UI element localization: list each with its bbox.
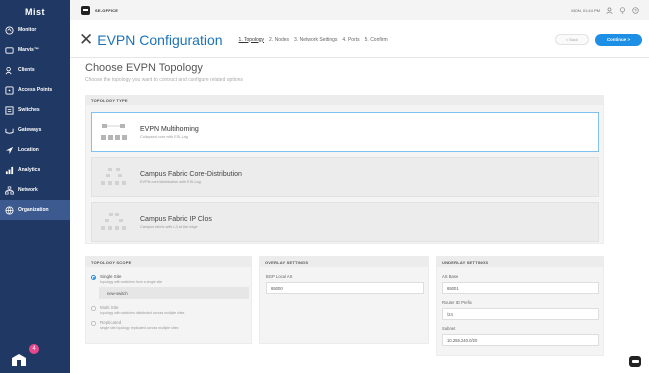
scope-option-single-site[interactable]: Single Site topology with switches from … — [91, 274, 251, 284]
sidebar-item-label: Switches — [18, 107, 40, 113]
back-button[interactable]: < Back — [555, 34, 589, 45]
page-header: ✕ EVPN Configuration 1. Topology 2. Node… — [70, 22, 649, 58]
topology-name: Campus Fabric Core-Distribution — [140, 170, 242, 178]
underlay-settings-panel: UNDERLAY SETTINGS AS Base 65001 Router I… — [436, 256, 604, 356]
gateway-icon — [5, 126, 14, 135]
bgp-local-as-input[interactable]: 65000 — [266, 282, 424, 294]
chat-icon[interactable] — [629, 356, 641, 367]
site-name-field[interactable]: new-switch — [99, 287, 249, 299]
scope-option-replicated[interactable]: Replicated single site topology replicat… — [91, 320, 251, 330]
scope-label: Replicated — [100, 320, 122, 325]
scope-description: single site topology replicated across m… — [100, 326, 179, 330]
sidebar-item-monitor[interactable]: Monitor — [0, 20, 70, 40]
scope-description: topology with switches from a single sit… — [100, 280, 163, 284]
datetime: MON, 01:44 PM — [571, 7, 600, 13]
lightbulb-icon[interactable] — [619, 6, 626, 14]
switch-icon — [5, 105, 14, 115]
scope-option-multi-site[interactable]: Multi Site topology with switches distri… — [91, 305, 251, 315]
step-topology[interactable]: 1. Topology — [239, 37, 264, 43]
step-ports[interactable]: 4. Ports — [342, 37, 359, 43]
sidebar-item-location[interactable]: Location — [0, 140, 70, 160]
network-icon — [5, 186, 14, 195]
topology-option-evpn-multihoming[interactable]: EVPN Multihoming Collapsed core with ESI… — [91, 112, 599, 152]
sidebar-item-label: Organization — [18, 207, 49, 213]
step-confirm[interactable]: 5. Confirm — [365, 37, 388, 43]
step-nodes[interactable]: 2. Nodes — [269, 37, 289, 43]
sidebar-item-gateways[interactable]: Gateways — [0, 120, 70, 140]
sidebar-item-analytics[interactable]: Analytics — [0, 160, 70, 180]
router-id-prefix-input[interactable]: /24 — [442, 308, 599, 320]
sidebar-item-organization[interactable]: Organization — [0, 200, 70, 220]
continue-button[interactable]: Continue > — [595, 33, 642, 46]
scope-label: Single Site — [100, 274, 122, 279]
ip-clos-topology-icon — [101, 213, 126, 230]
analytics-icon — [5, 166, 14, 175]
topology-name: EVPN Multihoming — [140, 125, 199, 133]
sidebar-item-label: Analytics — [18, 167, 41, 173]
underlay-settings-header: UNDERLAY SETTINGS — [437, 257, 603, 267]
step-network-settings[interactable]: 3. Network Settings — [294, 37, 337, 43]
single-site-radio[interactable] — [91, 275, 96, 280]
site-name[interactable]: SE-OFFICE — [95, 8, 118, 13]
sidebar-item-access-points[interactable]: Access Points — [0, 80, 70, 100]
sidebar-item-label: Access Points — [18, 87, 53, 93]
router-id-prefix-label: Router ID Prefix — [442, 300, 472, 305]
sidebar-item-label: Marvis™ — [18, 47, 39, 53]
multihoming-topology-icon — [101, 124, 127, 140]
close-icon[interactable]: ✕ — [79, 31, 93, 48]
topology-type-header: TOPOLOGY TYPE — [86, 96, 603, 105]
sidebar-item-label: Network — [18, 187, 38, 193]
as-base-label: AS Base — [442, 274, 459, 279]
topology-scope-header: TOPOLOGY SCOPE — [86, 257, 251, 267]
topology-description: Campus fabric with L3 at the edge — [140, 224, 198, 229]
topology-description: EVPN core/distribution with ESI-Lag — [140, 179, 201, 184]
sidebar-item-label: Location — [18, 147, 39, 153]
sidebar-item-clients[interactable]: Clients — [0, 60, 70, 80]
sidebar-item-marvis[interactable]: Marvis™ — [0, 40, 70, 60]
wizard-steps: 1. Topology 2. Nodes 3. Network Settings… — [239, 37, 388, 43]
marvis-icon — [5, 46, 14, 55]
site-icon — [81, 5, 90, 15]
location-icon — [5, 146, 14, 155]
clients-icon — [5, 66, 14, 75]
access-point-icon — [5, 85, 14, 95]
organization-icon — [5, 205, 14, 215]
sidebar-item-label: Clients — [18, 67, 35, 73]
topology-type-panel: TOPOLOGY TYPE EVPN Multihoming Collapsed… — [85, 95, 604, 244]
user-icon[interactable] — [606, 7, 613, 14]
scope-description: topology with switches distributed acros… — [100, 311, 185, 315]
as-base-input[interactable]: 65001 — [442, 282, 599, 294]
notifications-icon[interactable] — [11, 353, 27, 367]
help-icon[interactable] — [632, 6, 639, 14]
sidebar-item-switches[interactable]: Switches — [0, 100, 70, 120]
sidebar-item-network[interactable]: Network — [0, 180, 70, 200]
section-title: Choose EVPN Topology — [85, 62, 203, 74]
overlay-settings-header: OVERLAY SETTINGS — [260, 257, 428, 267]
overlay-settings-panel: OVERLAY SETTINGS BGP Local AS 65000 — [259, 256, 429, 344]
page-title: EVPN Configuration — [97, 31, 223, 48]
bgp-local-as-label: BGP Local AS — [266, 274, 293, 279]
topology-option-core-distribution[interactable]: Campus Fabric Core-Distribution EVPN cor… — [91, 157, 599, 197]
mist-logo: Mist — [25, 7, 45, 17]
monitor-icon — [5, 25, 14, 35]
sidebar-item-label: Monitor — [18, 27, 37, 33]
scope-label: Multi Site — [100, 305, 119, 310]
multi-site-radio[interactable] — [91, 306, 96, 311]
topology-option-ip-clos[interactable]: Campus Fabric IP Clos Campus fabric with… — [91, 202, 599, 242]
subnet-label: Subnet — [442, 326, 456, 331]
topology-name: Campus Fabric IP Clos — [140, 215, 212, 223]
topology-scope-panel: TOPOLOGY SCOPE Single Site topology with… — [85, 256, 252, 344]
topology-description: Collapsed core with ESI-Lag — [140, 134, 188, 139]
replicated-radio[interactable] — [91, 321, 96, 326]
core-distribution-topology-icon — [101, 168, 126, 185]
sidebar: Mist Monitor Marvis™ Clients Access Poin… — [0, 0, 70, 373]
notification-badge: 4 — [29, 344, 39, 354]
top-bar: SE-OFFICE MON, 01:44 PM — [70, 0, 649, 20]
section-subtitle: Choose the topology you want to contruct… — [85, 77, 243, 83]
subnet-input[interactable]: 10.255.240.0/20 — [442, 334, 599, 346]
sidebar-item-label: Gateways — [18, 127, 42, 133]
